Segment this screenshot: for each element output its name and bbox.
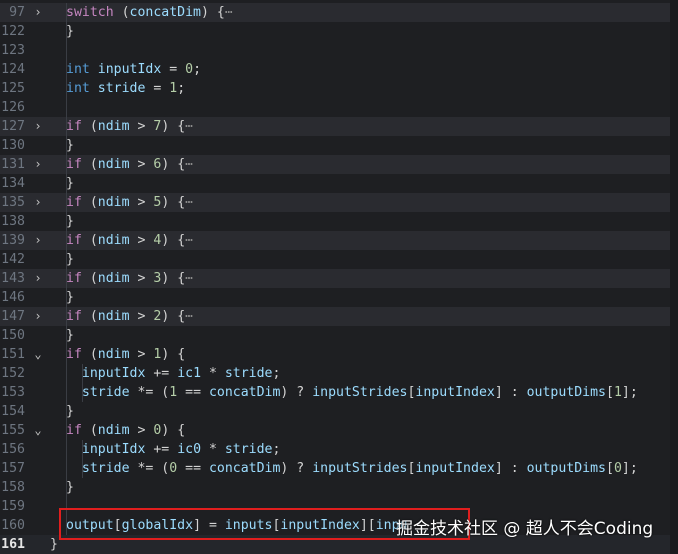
code-line[interactable]: 125 int stride = 1; bbox=[0, 79, 678, 98]
code-text: } bbox=[66, 176, 74, 191]
fold-collapsed-icon[interactable]: › bbox=[30, 117, 46, 136]
code-text: stride *= (1 == concatDim) ? inputStride… bbox=[81, 385, 638, 400]
code-line[interactable]: 154} bbox=[0, 402, 678, 421]
code-text: int stride = 1; bbox=[66, 81, 186, 96]
fold-collapsed-icon[interactable]: › bbox=[30, 155, 46, 174]
code-text: if (ndim > 5) {⋯ bbox=[66, 195, 194, 210]
code-line[interactable]: 150} bbox=[0, 326, 678, 345]
line-number: 161 bbox=[1, 537, 25, 552]
code-line[interactable]: 157 stride *= (0 == concatDim) ? inputSt… bbox=[0, 459, 678, 478]
code-text: if (ndim > 6) {⋯ bbox=[66, 157, 194, 172]
line-number: 157 bbox=[1, 461, 25, 476]
fold-expanded-icon[interactable]: ⌄ bbox=[30, 345, 46, 364]
code-line[interactable]: 130} bbox=[0, 136, 678, 155]
code-text: if (ndim > 0) { bbox=[66, 423, 186, 438]
code-text: if (ndim > 4) {⋯ bbox=[66, 233, 194, 248]
line-number: 125 bbox=[1, 81, 25, 96]
code-line[interactable]: 153 stride *= (1 == concatDim) ? inputSt… bbox=[0, 383, 678, 402]
code-text: switch (concatDim) {⋯ bbox=[66, 5, 233, 20]
code-text: } bbox=[66, 290, 74, 305]
code-line[interactable]: 143 › if (ndim > 3) {⋯ bbox=[0, 269, 678, 288]
line-number: 152 bbox=[1, 366, 25, 381]
fold-collapsed-icon[interactable]: › bbox=[30, 193, 46, 212]
line-number: 130 bbox=[1, 138, 25, 153]
code-editor[interactable]: 97 › switch (concatDim) {⋯ 122} 123 124 int in… bbox=[0, 0, 678, 554]
line-number: 151 bbox=[1, 347, 25, 362]
line-number: 135 bbox=[1, 195, 25, 210]
line-number: 143 bbox=[1, 271, 25, 286]
line-number: 124 bbox=[1, 62, 25, 77]
code-line[interactable]: 158} bbox=[0, 478, 678, 497]
line-number: 142 bbox=[1, 252, 25, 267]
code-text: if (ndim > 3) {⋯ bbox=[66, 271, 194, 286]
code-text: } bbox=[66, 252, 74, 267]
code-line[interactable]: 142} bbox=[0, 250, 678, 269]
line-number: 154 bbox=[1, 404, 25, 419]
line-number: 150 bbox=[1, 328, 25, 343]
line-number: 160 bbox=[1, 518, 25, 533]
line-number: 131 bbox=[1, 157, 25, 172]
code-text: if (ndim > 2) {⋯ bbox=[66, 309, 194, 324]
code-line[interactable]: 139 › if (ndim > 4) {⋯ bbox=[0, 231, 678, 250]
code-text: inputIdx += ic1 * stride; bbox=[81, 366, 281, 381]
code-text: inputIdx += ic0 * stride; bbox=[81, 442, 281, 457]
code-line[interactable]: 122} bbox=[0, 22, 678, 41]
code-line[interactable]: 147 › if (ndim > 2) {⋯ bbox=[0, 307, 678, 326]
line-number: 127 bbox=[1, 119, 25, 134]
line-number: 123 bbox=[1, 43, 25, 58]
code-line[interactable]: 152 inputIdx += ic1 * stride; bbox=[0, 364, 678, 383]
code-line[interactable]: 131 › if (ndim > 6) {⋯ bbox=[0, 155, 678, 174]
code-text: if (ndim > 7) {⋯ bbox=[66, 119, 194, 134]
code-line[interactable]: 124 int inputIdx = 0; bbox=[0, 60, 678, 79]
code-line[interactable]: 135 › if (ndim > 5) {⋯ bbox=[0, 193, 678, 212]
line-number: 126 bbox=[1, 100, 25, 115]
line-number: 156 bbox=[1, 442, 25, 457]
code-text: } bbox=[66, 328, 74, 343]
code-text: } bbox=[66, 480, 74, 495]
line-number: 147 bbox=[1, 309, 25, 324]
line-number: 146 bbox=[1, 290, 25, 305]
fold-collapsed-icon[interactable]: › bbox=[30, 307, 46, 326]
fold-collapsed-icon[interactable]: › bbox=[30, 3, 46, 22]
watermark-text: 掘金技术社区 @ 超人不会Coding bbox=[396, 519, 654, 539]
line-number: 155 bbox=[1, 423, 25, 438]
code-line[interactable]: 138} bbox=[0, 212, 678, 231]
line-number: 134 bbox=[1, 176, 25, 191]
code-line[interactable]: 134} bbox=[0, 174, 678, 193]
line-number: 159 bbox=[1, 499, 25, 514]
line-number: 158 bbox=[1, 480, 25, 495]
code-text: stride *= (0 == concatDim) ? inputStride… bbox=[81, 461, 638, 476]
code-text: } bbox=[66, 214, 74, 229]
code-line[interactable]: 151 ⌄ if (ndim > 1) { bbox=[0, 345, 678, 364]
line-number: 97 bbox=[9, 5, 25, 20]
code-line[interactable]: 127 › if (ndim > 7) {⋯ bbox=[0, 117, 678, 136]
code-text: if (ndim > 1) { bbox=[66, 347, 186, 362]
line-number: 139 bbox=[1, 233, 25, 248]
code-line[interactable]: 156 inputIdx += ic0 * stride; bbox=[0, 440, 678, 459]
vertical-scrollbar[interactable] bbox=[670, 0, 678, 554]
indent-guide bbox=[66, 98, 67, 117]
fold-expanded-icon[interactable]: ⌄ bbox=[30, 421, 46, 440]
line-number: 153 bbox=[1, 385, 25, 400]
line-number: 138 bbox=[1, 214, 25, 229]
indent-guide bbox=[66, 41, 67, 60]
code-text: } bbox=[50, 537, 58, 552]
fold-collapsed-icon[interactable]: › bbox=[30, 269, 46, 288]
code-text: } bbox=[66, 138, 74, 153]
fold-collapsed-icon[interactable]: › bbox=[30, 231, 46, 250]
code-text: int inputIdx = 0; bbox=[66, 62, 202, 77]
code-text: } bbox=[66, 24, 74, 39]
code-line[interactable]: 146} bbox=[0, 288, 678, 307]
code-line[interactable]: 123 bbox=[0, 41, 678, 60]
code-text: } bbox=[66, 404, 74, 419]
code-line[interactable]: 97 › switch (concatDim) {⋯ bbox=[0, 3, 678, 22]
code-line[interactable]: 155 ⌄ if (ndim > 0) { bbox=[0, 421, 678, 440]
code-line[interactable]: 126 bbox=[0, 98, 678, 117]
line-number: 122 bbox=[1, 24, 25, 39]
